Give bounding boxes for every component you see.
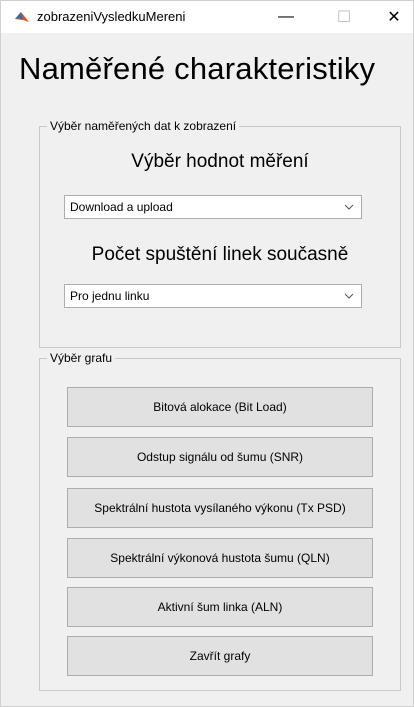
title-bar[interactable]: zobrazeniVysledkuMereni — ☐ ✕	[1, 1, 413, 33]
measurement-select[interactable]: Download a upload	[64, 195, 362, 219]
qln-button[interactable]: Spektrální výkonová hustota šumu (QLN)	[67, 538, 373, 578]
matlab-icon	[15, 12, 29, 22]
page-title: Naměřené charakteristiky	[19, 51, 376, 86]
chevron-down-icon	[343, 196, 355, 218]
data-selection-panel: Výběr naměřených dat k zobrazení Výběr h…	[39, 118, 401, 348]
bit-load-button[interactable]: Bitová alokace (Bit Load)	[67, 387, 373, 427]
tx-psd-button[interactable]: Spektrální hustota vysílaného výkonu (Tx…	[67, 488, 373, 528]
app-window: zobrazeniVysledkuMereni — ☐ ✕ Naměřené c…	[0, 0, 414, 707]
graph-selection-panel: Výběr grafu Bitová alokace (Bit Load) Od…	[39, 350, 401, 691]
window-title: zobrazeniVysledkuMereni	[37, 9, 186, 24]
minimize-button[interactable]: —	[263, 1, 309, 33]
chevron-down-icon	[343, 285, 355, 307]
snr-button[interactable]: Odstup signálu od šumu (SNR)	[67, 437, 373, 477]
data-selection-legend: Výběr naměřených dat k zobrazení	[47, 118, 240, 134]
graph-selection-legend: Výběr grafu	[47, 350, 116, 366]
measurement-label: Výběr hodnot měření	[131, 151, 309, 172]
maximize-button[interactable]: ☐	[321, 1, 367, 33]
lines-count-select[interactable]: Pro jednu linku	[64, 284, 362, 308]
close-graphs-button[interactable]: Zavřít grafy	[67, 636, 373, 676]
aln-button[interactable]: Aktivní šum linka (ALN)	[67, 587, 373, 627]
lines-count-select-value: Pro jednu linku	[70, 289, 150, 303]
close-button[interactable]: ✕	[371, 1, 414, 33]
measurement-select-value: Download a upload	[70, 200, 173, 214]
lines-count-label: Počet spuštění linek současně	[91, 244, 349, 265]
